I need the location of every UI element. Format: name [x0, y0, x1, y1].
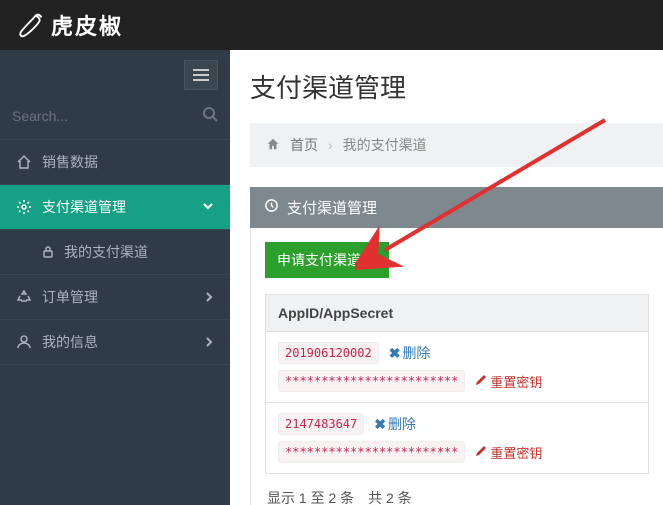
sidebar-item-label: 我的支付渠道 [64, 242, 148, 262]
sidebar-item-label: 我的信息 [42, 332, 98, 352]
reset-label: 重置密钥 [490, 372, 542, 391]
sidebar-item-payment-channels[interactable]: 支付渠道管理 [0, 185, 230, 230]
close-icon: ✖ [374, 416, 386, 433]
user-icon [16, 334, 32, 350]
sidebar: 销售数据 支付渠道管理 我的支付渠道 [0, 50, 230, 505]
search-input[interactable] [12, 108, 202, 124]
recycle-icon [16, 289, 32, 305]
sidebar-item-label: 销售数据 [42, 152, 98, 172]
reset-key-button[interactable]: 重置密钥 [475, 443, 542, 462]
close-icon: ✖ [389, 345, 401, 362]
sidebar-item-orders[interactable]: 订单管理 [0, 275, 230, 320]
breadcrumb-sep: › [328, 137, 333, 153]
delete-button[interactable]: ✖ 删除 [374, 414, 416, 434]
table-row: 201906120002 ✖ 删除 **********************… [265, 332, 649, 403]
apply-button-label: 申请支付渠道 [277, 250, 361, 270]
search-icon[interactable] [202, 106, 218, 125]
pencil-icon [475, 374, 487, 389]
panel-title: 支付渠道管理 [287, 197, 377, 218]
main-content: 支付渠道管理 首页 › 我的支付渠道 支付渠道管理 申请支付渠道 ＋ Ap [230, 50, 663, 505]
reset-key-button[interactable]: 重置密钥 [475, 372, 542, 391]
appid-value: 201906120002 [278, 342, 379, 364]
pepper-icon [15, 10, 45, 40]
sidebar-menu: 销售数据 支付渠道管理 我的支付渠道 [0, 140, 230, 365]
table-header: AppID/AppSecret [265, 294, 649, 332]
search-row [0, 100, 230, 140]
sidebar-item-profile[interactable]: 我的信息 [0, 320, 230, 365]
secret-value: ************************ [278, 441, 465, 463]
chevron-right-icon [204, 334, 214, 350]
home-icon [266, 137, 280, 154]
plus-icon: ＋ [363, 250, 377, 270]
pencil-icon [475, 445, 487, 460]
secret-value: ************************ [278, 370, 465, 392]
breadcrumb: 首页 › 我的支付渠道 [250, 123, 663, 167]
delete-label: 删除 [402, 343, 430, 363]
panel: 支付渠道管理 申请支付渠道 ＋ AppID/AppSecret 20190612… [250, 187, 663, 505]
sidebar-item-sales[interactable]: 销售数据 [0, 140, 230, 185]
delete-label: 删除 [388, 414, 416, 434]
apply-channel-button[interactable]: 申请支付渠道 ＋ [265, 242, 389, 278]
delete-button[interactable]: ✖ 删除 [389, 343, 431, 363]
home-icon [16, 154, 32, 170]
topbar: 虎皮椒 [0, 0, 663, 50]
chevron-down-icon [202, 199, 214, 215]
table-info: 显示 1 至 2 条 共 2 条 [265, 474, 649, 505]
sidebar-item-label: 订单管理 [42, 287, 98, 307]
breadcrumb-current: 我的支付渠道 [343, 135, 427, 155]
gear-icon [16, 199, 32, 215]
clock-icon [264, 198, 279, 217]
breadcrumb-home[interactable]: 首页 [290, 135, 318, 155]
lock-icon [40, 244, 56, 260]
brand-logo: 虎皮椒 [15, 9, 123, 41]
sidebar-subitem-my-channels[interactable]: 我的支付渠道 [0, 230, 230, 275]
brand-text: 虎皮椒 [51, 9, 123, 41]
page-title: 支付渠道管理 [250, 68, 663, 105]
sidebar-item-label: 支付渠道管理 [42, 197, 126, 217]
chevron-right-icon [204, 289, 214, 305]
appid-value: 2147483647 [278, 413, 364, 435]
table-row: 2147483647 ✖ 删除 ************************ [265, 403, 649, 474]
panel-header: 支付渠道管理 [250, 187, 663, 228]
reset-label: 重置密钥 [490, 443, 542, 462]
menu-toggle-button[interactable] [184, 60, 218, 90]
